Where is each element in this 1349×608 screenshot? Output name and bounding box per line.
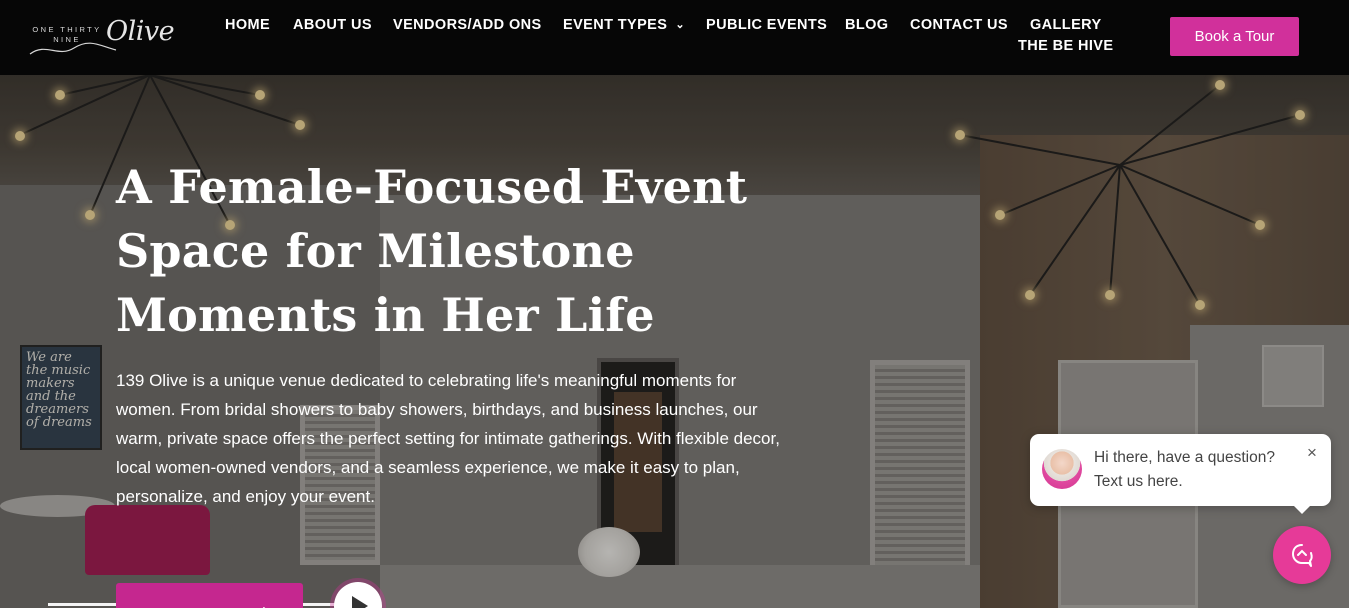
- hero-section: We are the music makers and the dreamers…: [0, 75, 1349, 608]
- nav-vendors-add-ons[interactable]: VENDORS/ADD ONS: [393, 17, 542, 33]
- nav-event-types-label: EVENT TYPES: [563, 17, 668, 33]
- nav-event-types[interactable]: EVENT TYPES ⌄: [563, 17, 685, 33]
- hero-title: A Female-Focused Event Space for Milesto…: [116, 155, 806, 347]
- chat-prompt-line-2: Text us here.: [1094, 473, 1183, 490]
- logo-script-text: Olive: [106, 16, 175, 47]
- nav-contact-us[interactable]: CONTACT US: [910, 17, 1008, 33]
- hero-title-line-1: A Female-Focused Event: [116, 160, 748, 214]
- book-a-tour-button[interactable]: Book a Tour: [1170, 17, 1299, 56]
- nav-home[interactable]: HOME: [225, 17, 270, 33]
- chat-agent-avatar: [1042, 449, 1082, 489]
- site-header: ONE THIRTY NINE Olive HOME ABOUT US VEND…: [0, 0, 1349, 75]
- chat-prompt-line-1: Hi there, have a question?: [1094, 449, 1275, 466]
- hero-title-line-3: Moments in Her Life: [116, 288, 655, 342]
- chat-launcher-button[interactable]: [1273, 526, 1331, 584]
- chat-prompt-bubble[interactable]: Hi there, have a question? Text us here.…: [1030, 434, 1331, 514]
- nav-public-events[interactable]: PUBLIC EVENTS: [706, 17, 827, 33]
- chat-icon: [1292, 544, 1313, 567]
- hero-description: 139 Olive is a unique venue dedicated to…: [116, 371, 780, 506]
- logo-line-1: ONE THIRTY: [32, 25, 102, 34]
- close-icon[interactable]: ×: [1303, 444, 1321, 462]
- hero-title-line-2: Space for Milestone: [116, 224, 635, 278]
- site-logo[interactable]: ONE THIRTY NINE Olive: [28, 16, 175, 58]
- nav-gallery[interactable]: GALLERY: [1030, 17, 1102, 33]
- play-button-circle: [334, 582, 382, 608]
- nav-the-be-hive[interactable]: THE BE HIVE: [1018, 38, 1113, 54]
- get-started-button[interactable]: Let's Get Started: [116, 583, 303, 608]
- chat-prompt-text: Hi there, have a question? Text us here.: [1094, 446, 1294, 494]
- logo-swoosh-icon: [29, 42, 117, 55]
- nav-about-us[interactable]: ABOUT US: [293, 17, 372, 33]
- chevron-down-icon: ⌄: [675, 19, 685, 31]
- nav-blog[interactable]: BLOG: [845, 17, 889, 33]
- play-icon: [352, 596, 368, 608]
